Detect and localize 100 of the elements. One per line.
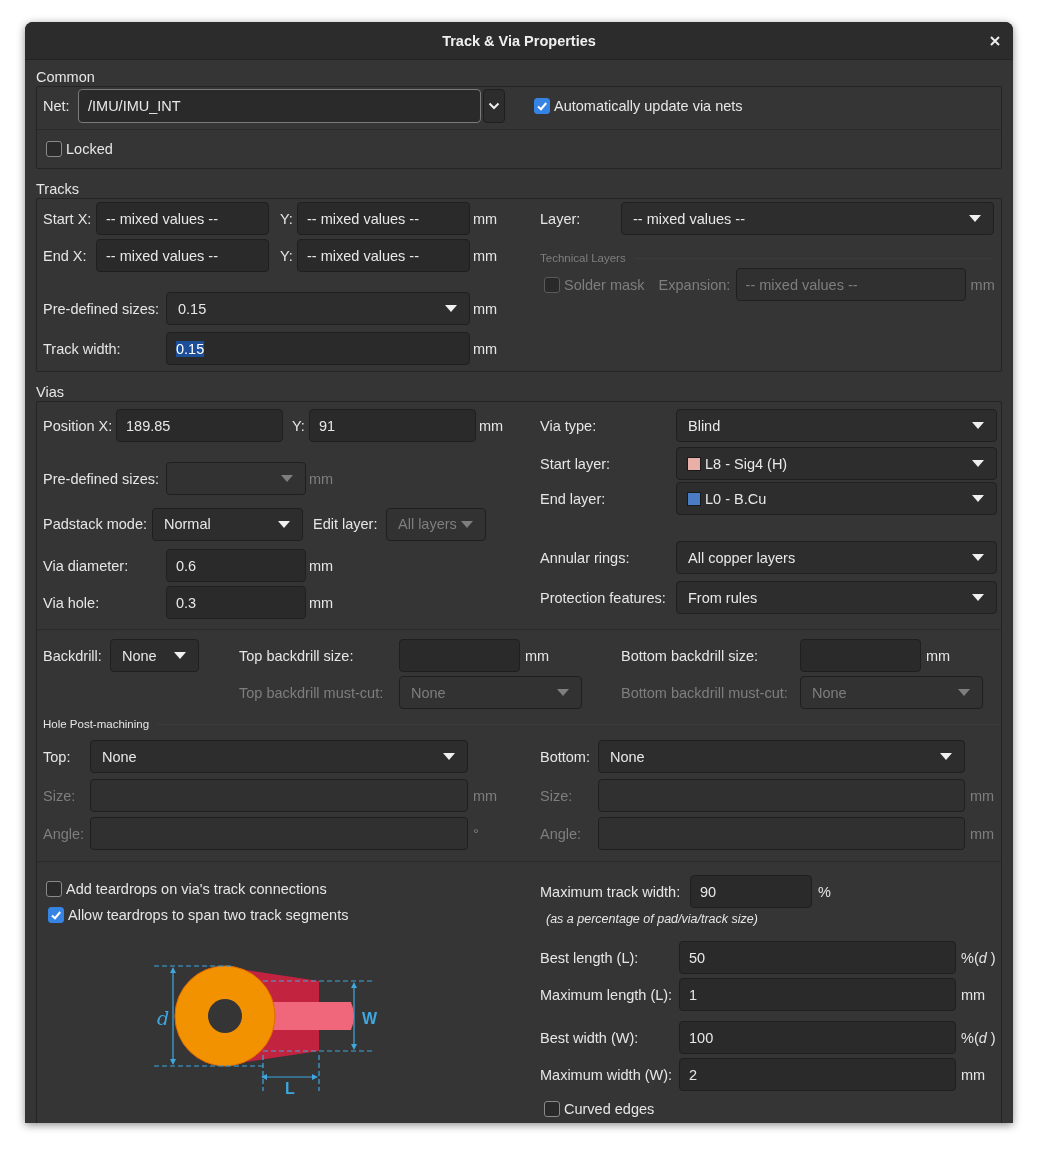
field-label: Start X:: [43, 210, 93, 227]
dropdown[interactable]: -- mixed values --: [621, 202, 994, 235]
dropdown[interactable]: Blind: [676, 409, 997, 442]
field-label: Edit layer:: [313, 516, 379, 532]
field-label: Bottom backdrill must-cut:: [621, 684, 789, 701]
field-label: Backdrill:: [43, 647, 103, 664]
dimension-label: d: [157, 1007, 170, 1029]
dropdown[interactable]: L0 - B.Cu: [676, 482, 997, 515]
caret-icon: [940, 753, 952, 760]
dropdown[interactable]: 0.15: [166, 292, 470, 325]
text-field[interactable]: 0.15: [166, 332, 470, 365]
field-label: Top backdrill must-cut:: [239, 684, 385, 701]
field-label: Angle:: [43, 825, 86, 842]
window-title: Track & Via Properties: [442, 32, 596, 49]
field-label: Maximum length (L):: [540, 986, 674, 1003]
text-field[interactable]: 189.85: [116, 409, 283, 442]
text-field[interactable]: 2: [679, 1058, 956, 1091]
unit-label: mm: [969, 787, 995, 804]
checkbox-label[interactable]: Automatically update via nets: [554, 98, 743, 114]
dimension-label: W: [362, 1010, 378, 1027]
text-field[interactable]: 100: [679, 1021, 956, 1054]
caret-icon: [445, 305, 457, 312]
field-label: Best width (W):: [540, 1029, 640, 1046]
unit-label: mm: [969, 276, 995, 293]
checkbox-label[interactable]: Curved edges: [564, 1101, 655, 1117]
unit-label: mm: [524, 647, 551, 664]
dropdown[interactable]: L8 - Sig4 (H): [676, 447, 997, 480]
field-label: Maximum track width:: [540, 883, 682, 900]
unit-label: mm: [478, 417, 504, 434]
field-label: Annular rings:: [540, 549, 631, 566]
text-field[interactable]: 50: [679, 941, 956, 974]
unit-label: %: [817, 883, 831, 900]
checkbox[interactable]: [534, 98, 550, 114]
field-label: End X:: [43, 247, 88, 264]
unit-label: mm: [308, 470, 334, 487]
field-label: Best length (L):: [540, 949, 640, 966]
dropdown[interactable]: None: [110, 639, 199, 672]
field-label: Protection features:: [540, 589, 667, 606]
text-field[interactable]: 0.6: [166, 549, 306, 582]
text-field[interactable]: -- mixed values --: [297, 202, 470, 235]
unit-label: mm: [969, 825, 995, 842]
caret-icon: [278, 520, 290, 528]
checkbox[interactable]: [46, 881, 62, 897]
field-label: Position X:: [43, 417, 114, 434]
text-field[interactable]: 1: [679, 978, 956, 1011]
text-field[interactable]: -- mixed values --: [96, 239, 269, 272]
dropdown[interactable]: All copper layers: [676, 541, 997, 574]
field-label: Start layer:: [540, 455, 612, 472]
field-label: Bottom:: [540, 748, 591, 765]
unit-label: mm: [472, 210, 498, 227]
caret-icon: [461, 520, 473, 528]
unit-label: °: [472, 825, 480, 842]
caret-icon: [557, 689, 569, 696]
checkbox[interactable]: [48, 907, 64, 923]
close-icon[interactable]: [989, 35, 1001, 47]
field-label: Via hole:: [43, 594, 101, 611]
unit-label: mm: [472, 787, 499, 804]
checkbox-label[interactable]: Add teardrops on via's track connections: [66, 881, 327, 897]
unit-label: %(d ): [960, 1029, 996, 1046]
dropdown[interactable]: None: [598, 740, 965, 773]
field-label: Angle:: [540, 825, 583, 842]
field-label: Size:: [43, 787, 77, 804]
unit-label: mm: [308, 557, 334, 574]
caret-icon: [969, 215, 981, 222]
caret-icon: [443, 753, 455, 760]
text-field[interactable]: 91: [309, 409, 476, 442]
field-label: Top backdrill size:: [239, 647, 355, 664]
checkbox[interactable]: [544, 1101, 560, 1117]
text-field[interactable]: 0.3: [166, 586, 306, 619]
field-label: Y:: [280, 247, 294, 264]
field-label: Via diameter:: [43, 557, 130, 574]
caret-icon: [972, 460, 984, 467]
field-label: Padstack mode:: [43, 516, 148, 532]
checkbox-label[interactable]: Locked: [66, 141, 113, 157]
dropdown[interactable]: Normal: [152, 507, 303, 541]
field-label: Net:: [43, 98, 71, 114]
field-label: Size:: [540, 787, 574, 804]
group-title: Tracks: [36, 181, 79, 198]
dropdown[interactable]: None: [90, 740, 468, 773]
checkbox-label[interactable]: Allow teardrops to span two track segments: [68, 907, 349, 923]
dropdown-button[interactable]: [483, 89, 505, 123]
unit-label: mm: [960, 986, 986, 1003]
field-label: Bottom backdrill size:: [621, 647, 759, 664]
caret-icon: [281, 475, 293, 482]
field-label: Pre-defined sizes:: [43, 470, 161, 487]
checkbox[interactable]: [46, 141, 62, 157]
field-label: Via type:: [540, 417, 598, 434]
chevron-icon: [488, 102, 500, 110]
unit-label: mm: [472, 300, 498, 317]
text-field[interactable]: -- mixed values --: [96, 202, 269, 235]
hint-text: (as a percentage of pad/via/track size): [546, 912, 758, 926]
field-label: Y:: [280, 210, 294, 227]
text-field[interactable]: -- mixed values --: [297, 239, 470, 272]
text-field[interactable]: 90: [690, 875, 812, 908]
caret-icon: [972, 554, 984, 561]
dropdown[interactable]: From rules: [676, 581, 997, 614]
caret-icon: [972, 495, 984, 502]
field-label: Pre-defined sizes:: [43, 300, 161, 317]
text-field[interactable]: /IMU/IMU_INT: [78, 89, 481, 123]
unit-label: mm: [960, 1066, 986, 1083]
